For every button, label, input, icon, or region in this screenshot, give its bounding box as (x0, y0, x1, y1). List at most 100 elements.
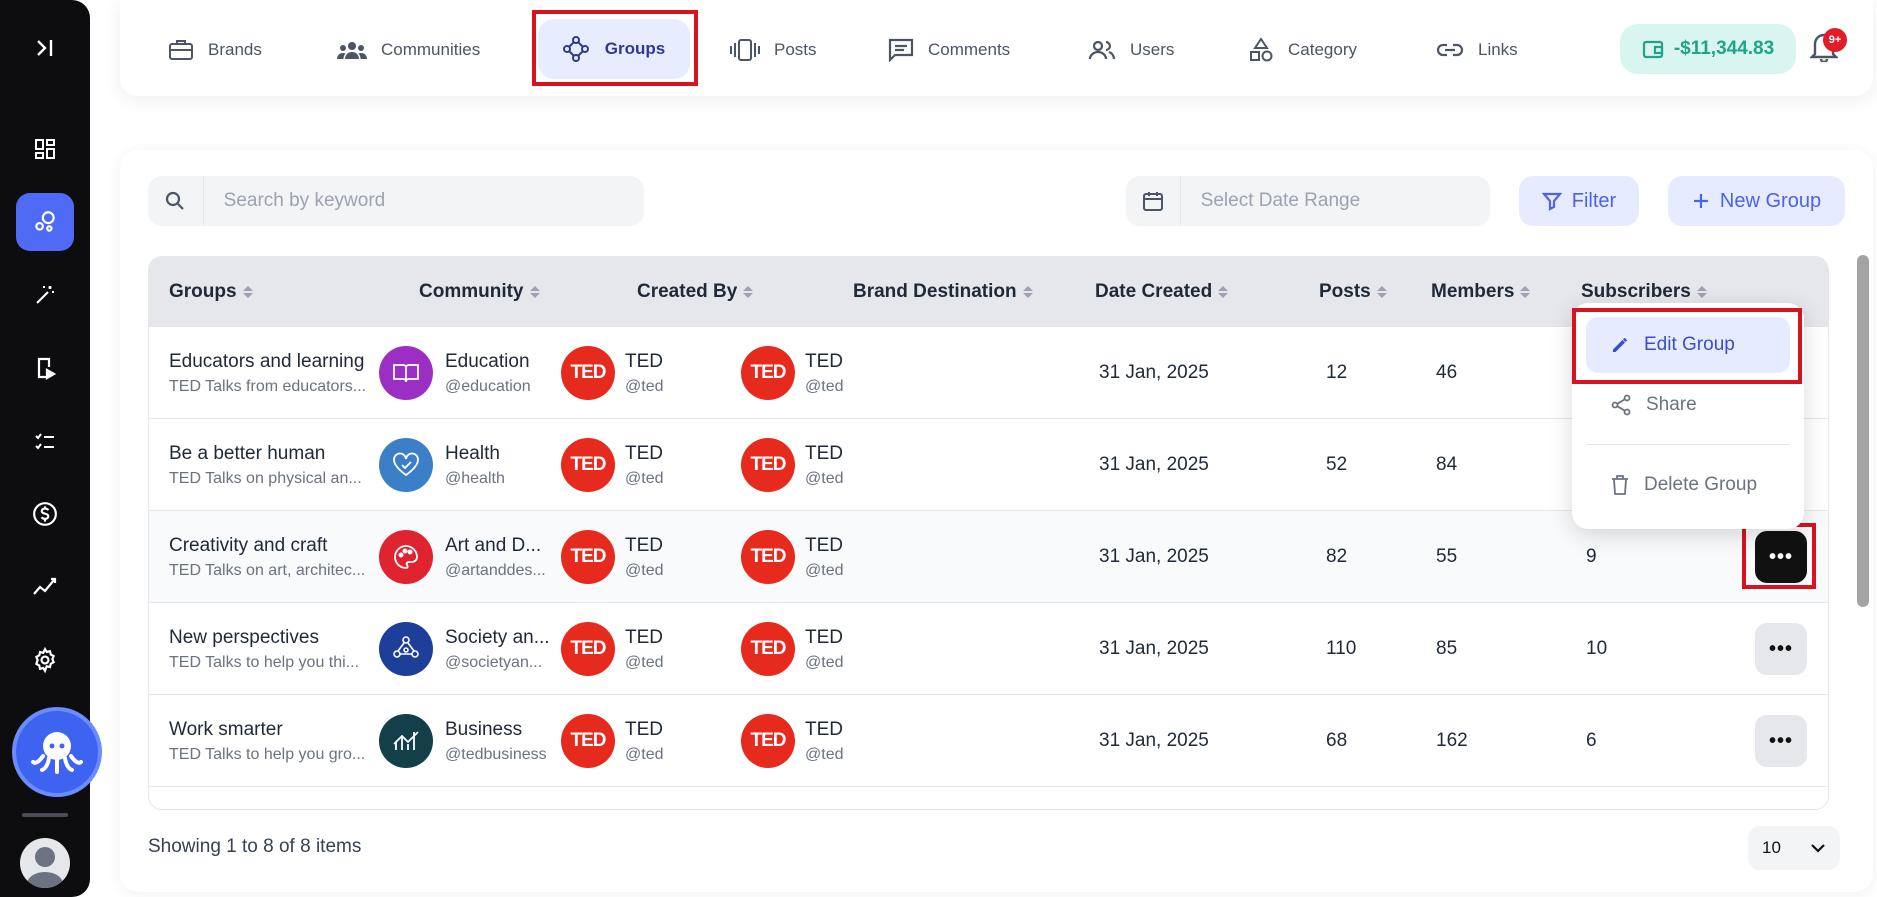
collapse-sidebar-icon[interactable] (24, 27, 66, 69)
nav-posts-label: Posts (774, 40, 817, 59)
group-cell[interactable]: New perspectives TED Talks to help you th… (169, 603, 359, 695)
header-created-by[interactable]: Created By (637, 257, 754, 327)
more-dots-icon: ••• (1768, 729, 1793, 752)
nav-users-label: Users (1130, 40, 1175, 59)
nav-category[interactable]: Category (1248, 30, 1357, 70)
group-cell[interactable]: Creativity and craft TED Talks on art, ar… (169, 511, 365, 603)
settings-icon[interactable] (24, 639, 66, 681)
filter-icon (1541, 192, 1562, 211)
group-cell[interactable]: Educators and learning TED Talks from edu… (169, 327, 366, 419)
header-members[interactable]: Members (1431, 257, 1531, 327)
group-name: Work smarter (169, 718, 283, 740)
magic-wand-icon[interactable] (24, 274, 66, 316)
nav-comments[interactable]: Comments (888, 30, 1010, 70)
brand-cell[interactable]: TED TED @ted (741, 327, 843, 419)
header-date-created[interactable]: Date Created (1095, 257, 1229, 327)
groups-icon[interactable] (16, 193, 74, 251)
brand-cell[interactable]: TED TED @ted (741, 419, 843, 511)
filter-button[interactable]: Filter (1519, 176, 1639, 226)
user-avatar[interactable] (20, 838, 70, 888)
dollar-icon[interactable] (24, 493, 66, 535)
scrollbar[interactable] (1857, 255, 1869, 607)
sort-icon (529, 286, 540, 298)
dashboard-icon[interactable] (24, 128, 66, 170)
share-menu-item[interactable]: Share (1586, 377, 1790, 433)
nav-links[interactable]: Links (1436, 30, 1518, 70)
delete-group-menu-item[interactable]: Delete Group (1586, 457, 1790, 513)
book-icon (379, 346, 433, 400)
members-cell: 85 (1436, 638, 1458, 659)
ted-logo-icon: TED (741, 438, 795, 492)
date-range-input[interactable] (1180, 190, 1490, 212)
community-cell[interactable]: Business @tedbusiness (379, 695, 547, 787)
nav-posts[interactable]: Posts (730, 30, 817, 70)
more-options-button[interactable]: ••• (1755, 623, 1807, 675)
brand-cell[interactable]: TED TED @ted (741, 511, 843, 603)
header-community[interactable]: Community (419, 257, 540, 327)
creator-name: TED (625, 718, 663, 740)
creator-handle: @ted (625, 469, 664, 487)
community-cell[interactable]: Education @education (379, 327, 531, 419)
search-field[interactable] (148, 176, 644, 226)
table-row[interactable]: New perspectives TED Talks to help you th… (149, 603, 1828, 695)
community-name: Art and D... (445, 534, 542, 556)
posts-cell: 110 (1326, 638, 1357, 659)
creator-handle: @ted (625, 561, 664, 579)
brand-cell[interactable]: TED TED @ted (741, 603, 843, 695)
nav-users[interactable]: Users (1088, 30, 1174, 70)
ted-logo-icon: TED (561, 714, 615, 768)
members-cell: 55 (1436, 546, 1458, 567)
created-by-cell[interactable]: TED TED @ted (561, 603, 663, 695)
new-group-button[interactable]: New Group (1668, 176, 1845, 226)
wallet-icon (1642, 40, 1663, 59)
more-options-button[interactable]: ••• (1755, 715, 1807, 767)
checklist-icon[interactable] (24, 420, 66, 462)
group-cell[interactable]: Be a better human TED Talks on physical a… (169, 419, 362, 511)
nav-brands[interactable]: Brands (168, 30, 262, 70)
group-description: TED Talks to help you thi... (169, 653, 360, 671)
ted-logo-icon: TED (741, 346, 795, 400)
community-handle: @artanddes... (445, 561, 546, 579)
group-cell[interactable]: Work smarter TED Talks to help you gro... (169, 695, 365, 787)
created-by-cell[interactable]: TED TED @ted (561, 695, 663, 787)
sort-icon (1022, 286, 1033, 298)
wallet-balance[interactable]: -$11,344.83 (1620, 24, 1796, 74)
posts-carousel-icon (730, 39, 760, 61)
nav-brands-label: Brands (208, 40, 262, 59)
nav-communities[interactable]: Communities (337, 30, 480, 70)
header-groups[interactable]: Groups (169, 257, 253, 327)
group-name: New perspectives (169, 626, 319, 648)
posts-cell: 82 (1326, 546, 1348, 567)
date-created-cell: 31 Jan, 2025 (1099, 638, 1209, 659)
business-chart-icon (379, 714, 433, 768)
posts-cell: 52 (1326, 454, 1348, 475)
table-row[interactable]: Creativity and craft TED Talks on art, ar… (149, 511, 1828, 603)
sort-icon (1696, 286, 1707, 298)
brand-name: TED (805, 718, 843, 740)
brand-handle: @ted (805, 377, 844, 395)
header-posts[interactable]: Posts (1319, 257, 1387, 327)
filter-label: Filter (1571, 189, 1617, 212)
video-play-icon[interactable] (24, 347, 66, 389)
table-row[interactable]: Work smarter TED Talks to help you gro...… (149, 695, 1828, 787)
trash-icon (1612, 475, 1628, 495)
search-input[interactable] (203, 190, 644, 212)
created-by-cell[interactable]: TED TED @ted (561, 511, 663, 603)
sidebar-divider (22, 813, 68, 817)
community-cell[interactable]: Society an... @societyan... (379, 603, 550, 695)
palette-icon (379, 530, 433, 584)
date-created-cell: 31 Jan, 2025 (1099, 362, 1209, 383)
brand-cell[interactable]: TED TED @ted (741, 695, 843, 787)
created-by-cell[interactable]: TED TED @ted (561, 327, 663, 419)
analytics-icon[interactable] (24, 566, 66, 608)
community-cell[interactable]: Health @health (379, 419, 505, 511)
community-name: Business (445, 718, 523, 740)
created-by-cell[interactable]: TED TED @ted (561, 419, 663, 511)
octopus-logo[interactable] (12, 707, 102, 797)
community-cell[interactable]: Art and D... @artanddes... (379, 511, 546, 603)
creator-handle: @ted (625, 377, 664, 395)
date-range-field[interactable] (1126, 176, 1490, 226)
page-size-select[interactable]: 10 (1748, 826, 1840, 870)
header-brand-destination[interactable]: Brand Destination (853, 257, 1033, 327)
ted-logo-icon: TED (561, 438, 615, 492)
